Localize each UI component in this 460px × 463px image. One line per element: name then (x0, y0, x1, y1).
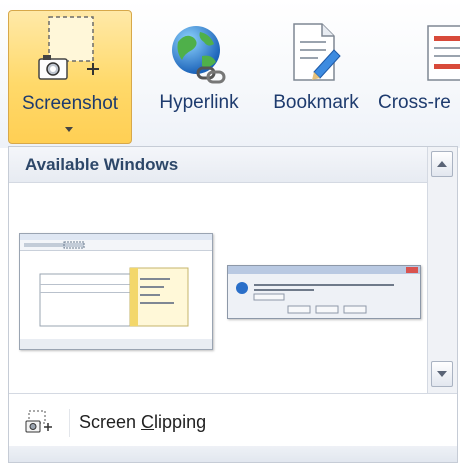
available-windows-heading: Available Windows (25, 155, 179, 174)
screenshot-dropdown-panel: Available Windows Screen Clipping (8, 146, 458, 463)
screenshot-label: Screenshot (21, 93, 119, 114)
dropdown-arrow-icon (65, 127, 73, 132)
screenshot-button[interactable]: Screenshot (8, 10, 132, 144)
microsoft-word-dialog-thumbnail[interactable] (227, 265, 421, 319)
hyperlink-label: Hyperlink (159, 92, 239, 113)
document-window-preview (20, 234, 212, 349)
bookmark-label: Bookmark (273, 92, 359, 113)
word-dialog-preview (228, 266, 420, 314)
scroll-down-button[interactable] (431, 361, 453, 387)
cross-reference-button[interactable]: Cross-re (372, 10, 460, 144)
screen-clipping-menu-item[interactable]: Screen Clipping (9, 403, 457, 441)
document-window-thumbnail[interactable] (19, 233, 213, 350)
hyperlink-button[interactable]: Hyperlink (140, 10, 258, 144)
gallery-scrollbar[interactable] (427, 147, 457, 393)
bookmark-button[interactable]: Bookmark (260, 10, 372, 144)
scroll-up-arrow-icon (437, 161, 447, 167)
resize-grip-bar[interactable] (9, 446, 457, 462)
screen-clipping-icon (25, 410, 52, 433)
cross-reference-icon (427, 25, 460, 81)
scroll-up-button[interactable] (431, 151, 453, 177)
hyperlink-globe-icon (172, 26, 226, 84)
menu-icon-separator (69, 409, 70, 437)
screen-clipping-label: Screen Clipping (79, 412, 207, 432)
cross-reference-label: Cross-re (378, 92, 451, 113)
menu-divider (9, 393, 457, 394)
gallery-header: Available Windows (9, 147, 427, 183)
bookmark-icon (293, 23, 341, 81)
screenshot-icon (38, 16, 99, 80)
ribbon-group: Screenshot Hyperlink Bookmark Cross-re (0, 0, 460, 148)
scroll-down-arrow-icon (437, 371, 447, 377)
